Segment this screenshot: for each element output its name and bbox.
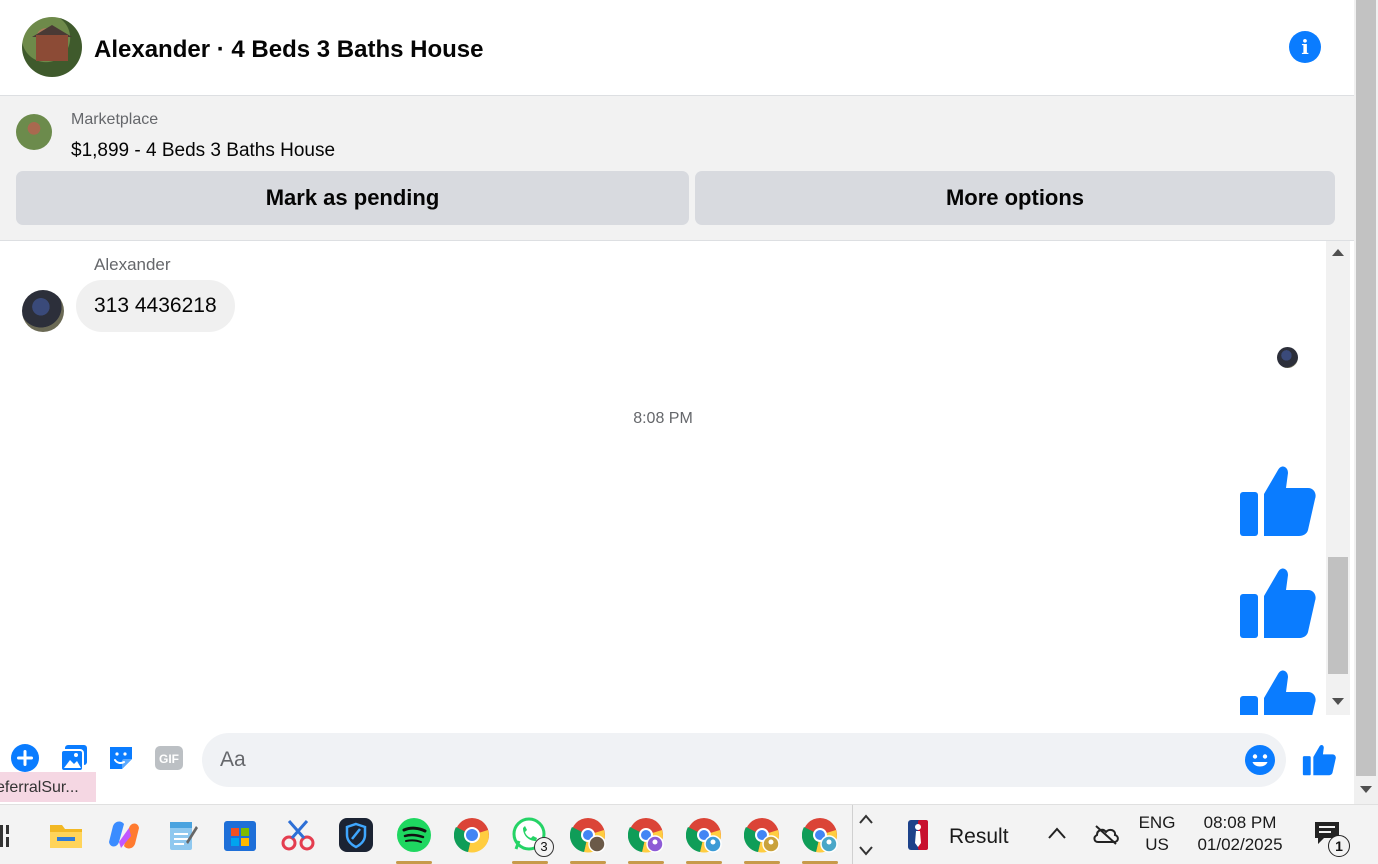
file-explorer-icon[interactable] (46, 815, 86, 855)
sender-avatar[interactable] (22, 290, 64, 332)
page-scrollbar-thumb[interactable] (1356, 0, 1376, 776)
message-list-scrollbar[interactable] (1326, 241, 1350, 715)
listing-title[interactable]: $1,899 - 4 Beds 3 Baths House (71, 140, 335, 162)
emoji-icon[interactable] (1244, 744, 1276, 776)
chat-header: Alexander · 4 Beds 3 Baths House i (0, 0, 1354, 96)
messenger-window: Alexander · 4 Beds 3 Baths House i Marke… (0, 0, 1378, 864)
show-hidden-icons-chevron-icon[interactable] (1046, 825, 1068, 841)
sticker-icon[interactable] (106, 743, 136, 773)
clock-date: 01/02/2025 (1197, 835, 1283, 854)
widget-result-text[interactable]: Result (949, 825, 1009, 849)
like-icon[interactable] (1302, 743, 1336, 777)
nba-logo-icon[interactable] (906, 819, 930, 851)
chat-title[interactable]: Alexander · 4 Beds 3 Baths House (94, 36, 483, 64)
listing-avatar[interactable] (22, 17, 82, 77)
info-icon[interactable]: i (1289, 31, 1321, 63)
marketplace-label: Marketplace (71, 111, 159, 128)
whatsapp-badge: 3 (534, 837, 554, 857)
sender-name: Alexander (94, 255, 171, 274)
marketplace-banner: Marketplace $1,899 - 4 Beds 3 Baths Hous… (0, 96, 1354, 241)
chrome-profile-icon[interactable] (626, 815, 666, 864)
svg-text:GIF: GIF (159, 752, 179, 766)
scrollbar-thumb[interactable] (1328, 557, 1348, 674)
chevron-up-icon[interactable] (858, 813, 874, 825)
chrome-profile-icon[interactable] (568, 815, 608, 864)
like-icon[interactable] (1238, 668, 1316, 715)
copilot-icon[interactable] (104, 815, 144, 855)
mark-as-pending-button[interactable]: Mark as pending (16, 171, 689, 225)
chrome-profile-icon[interactable] (800, 815, 840, 864)
snipping-tool-icon[interactable] (278, 815, 318, 855)
windows-taskbar: 3 Result ENG US 08:08 PM 01/02/2025 1 (0, 804, 1378, 864)
message-bubble[interactable]: 313 4436218 (76, 280, 235, 332)
onedrive-cloud-icon[interactable] (1092, 823, 1120, 845)
message-composer: GIF (0, 715, 1354, 804)
message-input[interactable] (202, 733, 1286, 787)
whatsapp-icon[interactable]: 3 (510, 815, 554, 864)
language-code: ENG (1138, 813, 1176, 832)
seen-indicator-avatar (1277, 347, 1298, 368)
photo-icon[interactable] (59, 743, 89, 773)
notification-center-icon[interactable]: 1 (1314, 821, 1350, 857)
notepad-icon[interactable] (162, 815, 202, 855)
notification-count-badge: 1 (1328, 835, 1350, 857)
like-icon[interactable] (1238, 464, 1316, 538)
chrome-profile-icon[interactable] (684, 815, 724, 864)
clock-time: 08:08 PM (1203, 813, 1277, 832)
chrome-icon[interactable] (452, 815, 492, 855)
listing-thumbnail[interactable] (16, 114, 52, 150)
vpn-shield-icon[interactable] (336, 815, 376, 855)
like-icon[interactable] (1238, 566, 1316, 640)
region-code: US (1145, 835, 1169, 854)
task-view-icon[interactable] (0, 825, 12, 847)
tooltip-tab[interactable]: eferralSur... (0, 772, 96, 802)
store-icon[interactable] (220, 815, 260, 855)
scroll-down-arrow[interactable] (1332, 698, 1344, 705)
plus-icon[interactable] (10, 743, 40, 773)
scroll-up-arrow[interactable] (1332, 249, 1344, 256)
page-scrollbar[interactable] (1354, 0, 1378, 804)
spotify-icon[interactable] (394, 815, 434, 864)
message-timestamp: 8:08 PM (633, 410, 693, 427)
system-clock[interactable]: 08:08 PM 01/02/2025 (1190, 812, 1290, 856)
message-list: Alexander 313 4436218 8:08 PM (0, 241, 1326, 715)
input-language-indicator[interactable]: ENG US (1136, 812, 1178, 856)
page-scroll-down-arrow[interactable] (1360, 786, 1372, 793)
chevron-down-icon[interactable] (858, 845, 874, 857)
gif-icon[interactable]: GIF (154, 743, 184, 773)
taskbar-separator (852, 805, 853, 864)
chrome-profile-icon[interactable] (742, 815, 782, 864)
more-options-button[interactable]: More options (695, 171, 1335, 225)
